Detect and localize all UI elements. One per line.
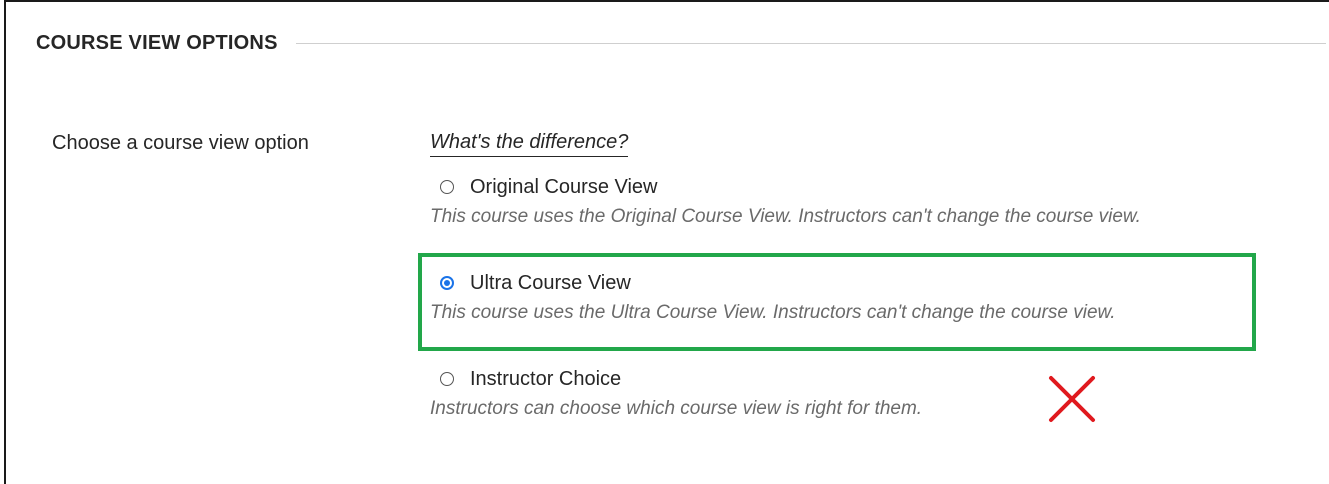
red-x-mark-icon — [1049, 376, 1095, 422]
section-title: COURSE VIEW OPTIONS — [36, 31, 278, 54]
course-view-field-label: Choose a course view option — [52, 132, 309, 154]
instructor-choice-label[interactable]: Instructor Choice — [470, 368, 621, 391]
highlight-annotation-box — [418, 253, 1256, 351]
original-course-view-radio[interactable] — [440, 180, 454, 194]
instructor-choice-radio[interactable] — [440, 372, 454, 386]
section-header: COURSE VIEW OPTIONS — [36, 28, 1326, 58]
whats-the-difference-link[interactable]: What's the difference? — [430, 131, 629, 157]
option-original-course-view: Original Course View This course uses th… — [430, 174, 1141, 228]
original-course-view-description: This course uses the Original Course Vie… — [430, 206, 1141, 227]
instructor-choice-description: Instructors can choose which course view… — [430, 398, 923, 419]
option-instructor-choice: Instructor Choice Instructors can choose… — [430, 366, 922, 420]
original-course-view-label[interactable]: Original Course View — [470, 176, 658, 199]
section-divider — [295, 42, 1326, 44]
